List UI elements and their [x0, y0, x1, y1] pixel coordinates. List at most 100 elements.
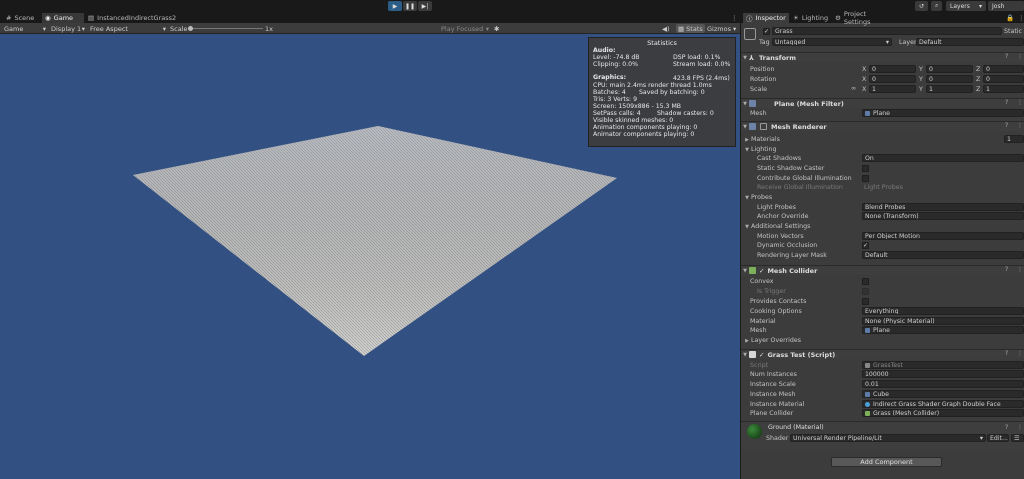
scale-slider[interactable] — [188, 28, 263, 29]
shader-menu-icon[interactable]: ☰ — [1011, 434, 1024, 442]
tab-scene[interactable]: # Scene — [3, 13, 41, 23]
scale-slider-handle[interactable] — [188, 26, 193, 31]
probes-section[interactable]: ▼ Probes — [743, 194, 772, 201]
num-instances-field[interactable]: 100000 — [862, 370, 1024, 378]
light-probes-dropdown[interactable]: Blend Probes — [862, 203, 1024, 211]
aspect-dropdown[interactable]: Free Aspect ▾ — [90, 24, 166, 33]
cooking-options-dropdown[interactable]: Everything — [862, 307, 1024, 315]
rotation-z-field[interactable]: 0 — [983, 75, 1024, 83]
chevron-down-icon: ▼ — [745, 195, 749, 201]
batches: Batches: 4 — [593, 89, 626, 96]
layer-overrides-section[interactable]: ▶ Layer Overrides — [743, 337, 801, 344]
more-options-icon[interactable]: ⋮ — [1017, 122, 1023, 129]
more-options-icon[interactable]: ⋮ — [1017, 266, 1023, 273]
more-options-icon[interactable]: ⋮ — [728, 13, 738, 23]
pause-button[interactable]: ❚❚ — [403, 1, 417, 11]
collider-mesh-field[interactable]: Plane — [862, 326, 1024, 334]
help-icon[interactable]: ? — [1005, 53, 1008, 60]
provides-contacts-checkbox[interactable] — [862, 298, 869, 305]
help-icon[interactable]: ? — [1005, 350, 1008, 357]
stats-toggle[interactable]: ▦ Stats — [676, 24, 705, 33]
layers-dropdown[interactable]: Layers ▾ — [946, 1, 986, 11]
rotation-y-field[interactable]: 0 — [926, 75, 973, 83]
search-button[interactable]: ⌕ — [931, 1, 943, 11]
lock-icon[interactable]: 🔒 — [1003, 13, 1014, 23]
history-button[interactable]: ↺ — [915, 1, 929, 11]
rendering-layer-dropdown[interactable]: Default — [862, 251, 1024, 259]
position-y-field[interactable]: 0 — [926, 65, 973, 73]
add-component-button[interactable]: Add Component — [831, 457, 942, 467]
game-mode-dropdown[interactable]: Game ▾ — [4, 24, 46, 33]
axis-y-label: Y — [919, 76, 923, 83]
help-icon[interactable]: ? — [1005, 266, 1008, 273]
layer-dropdown[interactable]: Default — [916, 38, 1024, 46]
scale-x-field[interactable]: 1 — [869, 85, 916, 93]
mesh-asset-icon — [865, 327, 870, 333]
materials-label[interactable]: ▶ Materials — [743, 136, 780, 143]
gizmos-dropdown[interactable]: Gizmos ▾ — [707, 24, 736, 33]
tab-lighting[interactable]: ☀ Lighting — [790, 13, 832, 23]
dynamic-occlusion-checkbox[interactable]: ✓ — [862, 242, 869, 249]
more-options-icon[interactable]: ⋮ — [1017, 99, 1023, 106]
grass-test-header[interactable]: ▼ ✓ Grass Test (Script) — [741, 349, 1024, 359]
more-options-icon[interactable]: ⋮ — [1017, 424, 1023, 431]
receive-gi-label: Receive Global Illumination — [757, 184, 843, 191]
tab-game[interactable]: ◉ Game — [42, 13, 84, 23]
instance-mesh-field[interactable]: Cube — [862, 390, 1024, 398]
help-icon[interactable]: ? — [1005, 122, 1008, 129]
enable-checkbox-icon[interactable] — [760, 123, 767, 130]
saved-by-batching: Saved by batching: 0 — [639, 89, 705, 96]
lighting-section[interactable]: ▼ Lighting — [743, 146, 776, 153]
plane-collider-field[interactable]: Grass (Mesh Collider) — [862, 409, 1024, 417]
shader-edit-button[interactable]: Edit... — [987, 434, 1009, 442]
additional-settings-section[interactable]: ▼ Additional Settings — [743, 223, 810, 230]
instance-scale-field[interactable]: 0.01 — [862, 380, 1024, 388]
link-icon[interactable]: ∞ — [851, 85, 856, 92]
more-options-icon[interactable]: ⋮ — [1017, 53, 1023, 60]
play-focused-dropdown[interactable]: Play Focused ▾ — [441, 24, 489, 33]
play-button[interactable]: ▶ — [388, 1, 402, 11]
active-checkbox[interactable]: ✓ — [763, 28, 770, 35]
chevron-down-icon: ▾ — [42, 24, 46, 33]
convex-checkbox[interactable] — [862, 278, 869, 285]
help-icon[interactable]: ? — [1005, 99, 1008, 106]
transform-header[interactable]: ▼ ⅄ Transform — [741, 52, 1024, 62]
layout-dropdown[interactable]: Josh — [988, 1, 1024, 11]
mesh-filter-header[interactable]: ▼ Plane (Mesh Filter) — [741, 98, 1024, 108]
statistics-panel: Statistics Audio: Level: -74.8 dB DSP lo… — [588, 37, 736, 147]
contribute-gi-checkbox[interactable] — [862, 175, 869, 182]
cast-shadows-dropdown[interactable]: On — [862, 154, 1024, 162]
help-icon[interactable]: ? — [1005, 424, 1008, 431]
dsp-load: DSP load: 0.1% — [673, 54, 721, 61]
shader-dropdown[interactable]: Universal Render Pipeline/Lit ▾ — [790, 434, 986, 442]
rotation-x-field[interactable]: 0 — [869, 75, 916, 83]
checkmark-icon[interactable]: ✓ — [759, 267, 764, 275]
scale-z-field[interactable]: 1 — [983, 85, 1024, 93]
scale-value: 1x — [265, 24, 273, 33]
anchor-override-field[interactable]: None (Transform) — [862, 212, 1024, 220]
motion-vectors-dropdown[interactable]: Per Object Motion — [862, 232, 1024, 240]
scale-y-field[interactable]: 1 — [926, 85, 973, 93]
position-x-field[interactable]: 0 — [869, 65, 916, 73]
mesh-collider-header[interactable]: ▼ ✓ Mesh Collider — [741, 265, 1024, 275]
mesh-field[interactable]: Plane — [862, 109, 1024, 117]
collider-material-field[interactable]: None (Physic Material) — [862, 317, 1024, 325]
tab-inspector[interactable]: ⓘ Inspector — [743, 13, 789, 23]
position-z-field[interactable]: 0 — [983, 65, 1024, 73]
speaker-icon[interactable]: ◀) — [662, 24, 670, 33]
instance-material-field[interactable]: Indirect Grass Shader Graph Double Face — [862, 400, 1024, 408]
static-shadow-checkbox[interactable] — [862, 165, 869, 172]
checkmark-icon[interactable]: ✓ — [759, 351, 764, 359]
audio-mute-icon[interactable]: ✱ — [494, 24, 499, 33]
tag-dropdown[interactable]: Untagged ▾ — [772, 38, 892, 46]
more-options-icon[interactable]: ⋮ — [1017, 350, 1023, 357]
tab-instanced-grass[interactable]: ▤ InstancedIndirectGrass2 — [85, 13, 176, 23]
more-options-icon[interactable]: ⋮ — [1015, 13, 1024, 23]
static-shadow-label: Static Shadow Caster — [757, 165, 825, 172]
tab-project-settings[interactable]: ⚙ Project Settings — [832, 10, 892, 26]
display-dropdown[interactable]: Display 1 ▾ — [51, 24, 85, 33]
object-name-field[interactable]: Grass — [772, 27, 1002, 35]
mesh-renderer-header[interactable]: ▼ Mesh Renderer — [741, 121, 1024, 131]
step-button[interactable]: ▶| — [418, 1, 432, 11]
materials-count[interactable]: 1 — [1004, 135, 1024, 143]
